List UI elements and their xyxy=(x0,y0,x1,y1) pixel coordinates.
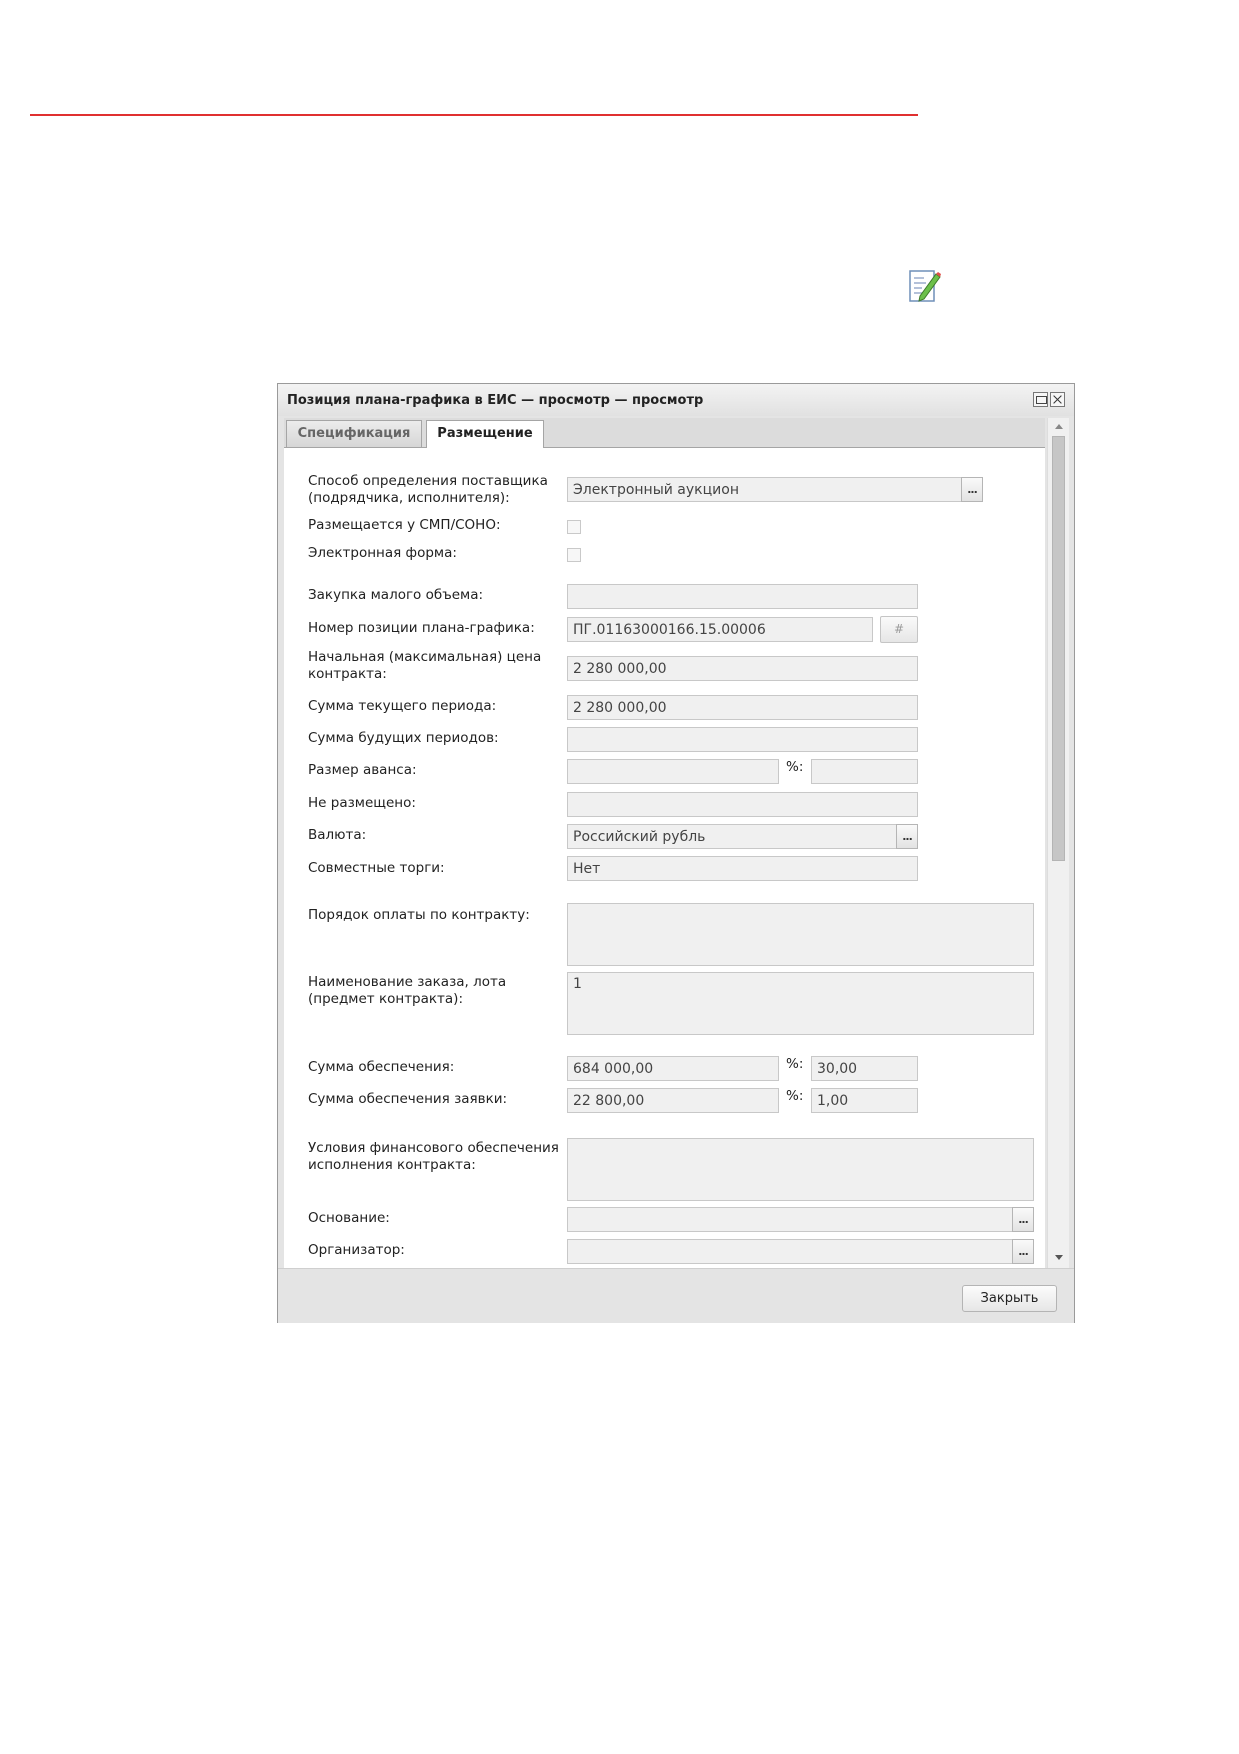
scroll-down-arrow-icon[interactable] xyxy=(1055,1255,1063,1260)
tab-placement[interactable]: Размещение xyxy=(426,420,544,449)
organizer-field[interactable] xyxy=(567,1239,1034,1264)
position-number-field[interactable]: ПГ.01163000166.15.00006 xyxy=(567,617,873,642)
bid-security-sum-field[interactable]: 22 800,00 xyxy=(567,1088,779,1113)
position-number-label: Номер позиции плана-графика: xyxy=(308,620,535,636)
basis-label: Основание: xyxy=(308,1210,390,1226)
supplier-method-label: Способ определения поставщика (подрядчик… xyxy=(308,473,548,506)
financial-terms-textarea[interactable] xyxy=(567,1138,1034,1201)
tab-specification[interactable]: Спецификация xyxy=(286,420,422,447)
dialog-titlebar: Позиция плана-графика в ЕИС — просмотр —… xyxy=(278,384,1074,416)
position-number-generate-button[interactable]: # xyxy=(880,616,918,643)
form-panel: Способ определения поставщика (подрядчик… xyxy=(284,448,1045,1268)
not-placed-label: Не размещено: xyxy=(308,795,416,811)
bid-security-percent-label: %: xyxy=(786,1088,804,1104)
dialog-footer: Закрыть xyxy=(278,1268,1074,1323)
smp-sono-checkbox[interactable] xyxy=(567,520,581,534)
maximize-icon[interactable] xyxy=(1033,392,1048,407)
electronic-form-label: Электронная форма: xyxy=(308,545,457,561)
payment-order-label: Порядок оплаты по контракту: xyxy=(308,907,530,923)
current-period-sum-label: Сумма текущего периода: xyxy=(308,698,497,714)
organizer-select-button[interactable]: ... xyxy=(1012,1239,1034,1264)
basis-select-button[interactable]: ... xyxy=(1012,1207,1034,1232)
advance-percent-field[interactable] xyxy=(811,759,918,784)
future-periods-sum-label: Сумма будущих периодов: xyxy=(308,730,499,746)
security-percent-field[interactable]: 30,00 xyxy=(811,1056,918,1081)
initial-price-label: Начальная (максимальная) цена контракта: xyxy=(308,649,542,682)
advance-field[interactable] xyxy=(567,759,779,784)
scroll-up-arrow-icon[interactable] xyxy=(1055,424,1063,429)
security-sum-label: Сумма обеспечения: xyxy=(308,1059,455,1075)
scrollbar-thumb[interactable] xyxy=(1052,436,1065,861)
security-percent-label: %: xyxy=(786,1056,804,1072)
organizer-label: Организатор: xyxy=(308,1242,405,1258)
joint-bidding-field[interactable]: Нет xyxy=(567,856,918,881)
future-periods-sum-field[interactable] xyxy=(567,727,918,752)
supplier-method-select-button[interactable]: ... xyxy=(961,477,983,502)
current-period-sum-field[interactable]: 2 280 000,00 xyxy=(567,695,918,720)
currency-label: Валюта: xyxy=(308,827,367,843)
joint-bidding-label: Совместные торги: xyxy=(308,860,445,876)
dialog-title: Позиция плана-графика в ЕИС — просмотр —… xyxy=(287,393,704,408)
security-sum-field[interactable]: 684 000,00 xyxy=(567,1056,779,1081)
close-icon[interactable] xyxy=(1050,392,1065,407)
basis-field[interactable] xyxy=(567,1207,1034,1232)
electronic-form-checkbox[interactable] xyxy=(567,548,581,562)
edit-page-icon xyxy=(909,270,941,302)
red-separator-line xyxy=(30,114,918,116)
small-purchase-field[interactable] xyxy=(567,584,918,609)
dialog-window: Позиция плана-графика в ЕИС — просмотр —… xyxy=(277,383,1075,1323)
bid-security-sum-label: Сумма обеспечения заявки: xyxy=(308,1091,508,1107)
initial-price-field[interactable]: 2 280 000,00 xyxy=(567,656,918,681)
payment-order-textarea[interactable] xyxy=(567,903,1034,966)
close-button[interactable]: Закрыть xyxy=(962,1285,1057,1312)
financial-terms-label: Условия финансового обеспечения исполнен… xyxy=(308,1140,559,1173)
advance-percent-label: %: xyxy=(786,759,804,775)
currency-select-button[interactable]: ... xyxy=(896,824,918,849)
vertical-scrollbar[interactable] xyxy=(1047,418,1069,1268)
order-name-label: Наименование заказа, лота (предмет контр… xyxy=(308,974,507,1007)
currency-field[interactable]: Российский рубль xyxy=(567,824,918,849)
supplier-method-field[interactable]: Электронный аукцион xyxy=(567,477,983,502)
bid-security-percent-field[interactable]: 1,00 xyxy=(811,1088,918,1113)
smp-sono-label: Размещается у СМП/СОНО: xyxy=(308,517,501,533)
advance-label: Размер аванса: xyxy=(308,762,417,778)
small-purchase-label: Закупка малого объема: xyxy=(308,587,484,603)
not-placed-field[interactable] xyxy=(567,792,918,817)
order-name-textarea[interactable]: 1 xyxy=(567,972,1034,1035)
tab-strip: Спецификация Размещение xyxy=(284,418,1045,449)
